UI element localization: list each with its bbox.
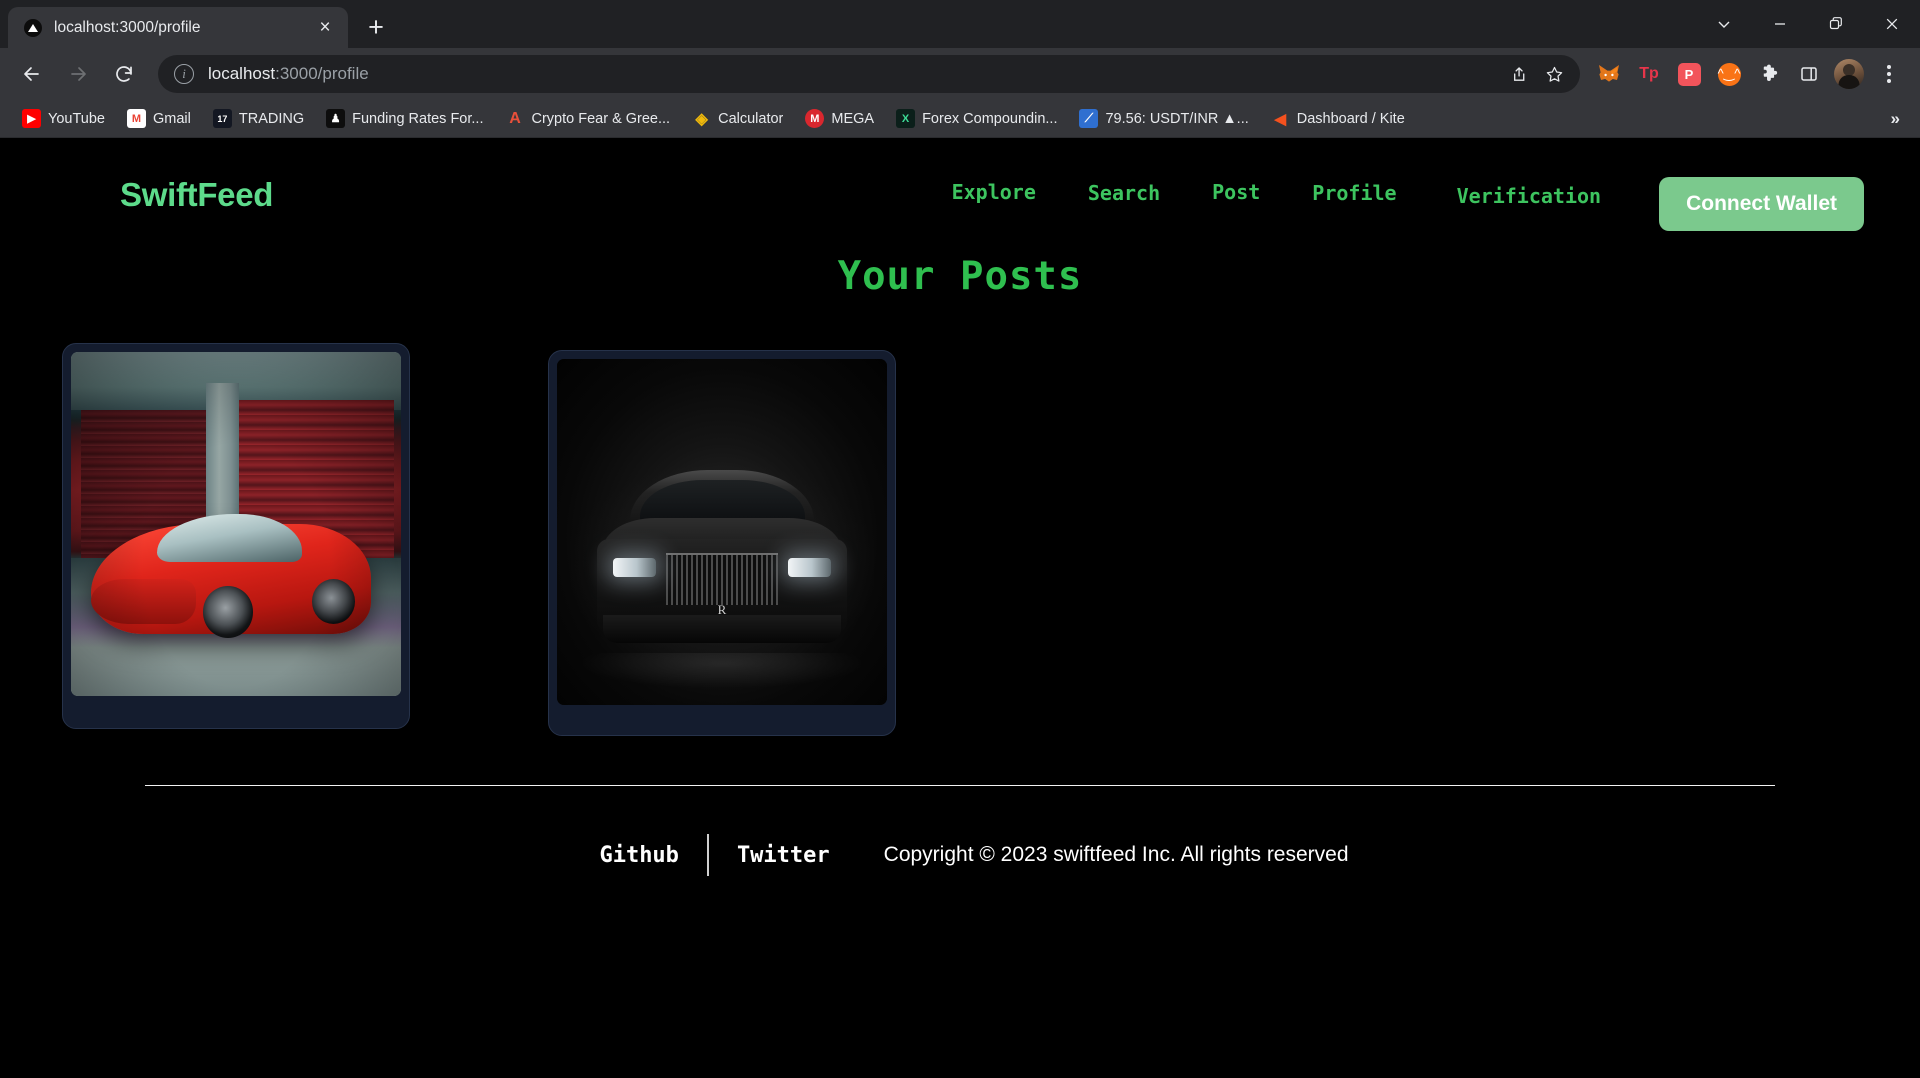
side-panel-icon[interactable] [1790,55,1828,93]
bookmark-calculator[interactable]: ◈ Calculator [684,105,791,132]
puzzle-extensions-icon[interactable] [1750,55,1788,93]
footer-link-github[interactable]: Github [571,843,706,868]
bookmarks-bar: ▶ YouTube M Gmail 17 TRADING ♟ Funding R… [0,100,1920,138]
bookmark-youtube[interactable]: ▶ YouTube [14,105,113,132]
site-footer: Github Twitter Copyright © 2023 swiftfee… [0,834,1920,876]
browser-tab[interactable]: localhost:3000/profile × [8,7,348,48]
tp-extension-icon[interactable]: Tp [1630,55,1668,93]
bookmark-usdt-inr[interactable]: ⟋ 79.56: USDT/INR ▲... [1071,105,1256,132]
bookmark-label: Funding Rates For... [352,110,484,127]
bookmark-gmail[interactable]: M Gmail [119,105,199,132]
nav-post[interactable]: Post [1186,180,1286,204]
three-dot-menu-icon[interactable] [1870,55,1908,93]
bookmark-crypto-fear-greed[interactable]: A Crypto Fear & Gree... [497,105,678,132]
restore-icon[interactable] [1808,0,1864,48]
minimize-icon[interactable] [1752,0,1808,48]
post-card-rolls-royce[interactable]: R [548,350,896,736]
site-header: SwiftFeed Explore Search Post Profile Ve… [0,138,1920,231]
bookmark-label: MEGA [831,110,875,127]
share-icon[interactable] [1500,56,1536,92]
connect-wallet-button[interactable]: Connect Wallet [1659,177,1864,231]
post-image-rolls-royce[interactable]: R [557,359,887,705]
bookmark-label: 79.56: USDT/INR ▲... [1105,110,1249,127]
omnibox-actions [1500,56,1572,92]
footer-link-twitter[interactable]: Twitter [709,843,858,868]
bookmark-label: Calculator [718,110,784,127]
tab-title: localhost:3000/profile [54,18,201,36]
footer-copyright: Copyright © 2023 swiftfeed Inc. All righ… [883,843,1349,866]
tab-search-icon[interactable] [1696,0,1752,48]
site-info-icon[interactable]: i [174,64,194,84]
url-host: localhost [208,64,276,83]
tab-strip: localhost:3000/profile × + [0,0,1920,48]
forward-button-icon[interactable] [58,54,98,94]
usdt-inr-chart-icon: ⟋ [1079,109,1099,128]
browser-window: localhost:3000/profile × + i localhost:3… [0,0,1920,1078]
footer-divider [145,785,1775,786]
address-bar[interactable]: i localhost:3000/profile [158,55,1580,93]
bookmark-label: Gmail [152,110,191,127]
url-path: :3000/profile [275,64,369,83]
funding-rates-icon: ♟ [326,109,346,128]
metamask-icon[interactable] [1590,55,1628,93]
gmail-icon: M [126,109,146,128]
bookmark-star-icon[interactable] [1536,56,1572,92]
post-image-ferrari[interactable] [71,352,401,696]
bookmark-label: TRADING [238,110,305,127]
posts-grid: R [0,299,1920,736]
bookmarks-overflow-icon[interactable]: » [1881,109,1910,129]
new-tab-button[interactable]: + [358,9,394,45]
bookmark-label: Crypto Fear & Gree... [531,110,671,127]
kite-icon: ◀ [1274,110,1287,128]
crypto-fear-greed-icon: A [509,109,521,127]
bookmark-forex-compounding[interactable]: X Forex Compoundin... [888,105,1065,132]
reload-button-icon[interactable] [104,54,144,94]
nav-verification[interactable]: Verification [1423,184,1628,208]
address-bar-url: localhost:3000/profile [208,64,369,84]
site-logo[interactable]: SwiftFeed [120,176,273,214]
page-title: Your Posts [837,254,1083,299]
window-controls [1696,0,1920,48]
nav-profile[interactable]: Profile [1286,181,1422,205]
browser-toolbar: i localhost:3000/profile Tp P ^‿^ [0,48,1920,100]
bookmark-mega[interactable]: M MEGA [797,105,882,132]
youtube-icon: ▶ [22,109,41,128]
nav-search[interactable]: Search [1062,181,1186,205]
extension-icons: Tp P ^‿^ [1590,55,1908,93]
mega-icon: M [805,109,825,128]
binance-calculator-icon: ◈ [695,110,708,128]
emoji-extension-icon[interactable]: ^‿^ [1710,55,1748,93]
bookmark-label: Forex Compoundin... [922,110,1058,127]
close-window-icon[interactable] [1864,0,1920,48]
red-ferrari-photo [71,352,401,696]
tab-close-icon[interactable]: × [312,15,338,41]
pocket-extension-icon[interactable]: P [1670,55,1708,93]
site-nav: Explore Search Post Profile Verification… [926,168,1864,231]
nav-explore[interactable]: Explore [926,180,1062,204]
bookmark-kite-dashboard[interactable]: ◀ Dashboard / Kite [1263,105,1413,132]
bookmark-label: YouTube [48,110,105,127]
black-rolls-royce-photo: R [557,359,887,705]
bookmark-trading[interactable]: 17 TRADING [205,105,312,132]
tradingview-icon: 17 [212,109,232,128]
bookmark-label: Dashboard / Kite [1296,110,1405,127]
avatar[interactable] [1830,55,1868,93]
forex-compounding-icon: X [896,109,916,128]
bookmark-funding-rates[interactable]: ♟ Funding Rates For... [318,105,491,132]
page-content: SwiftFeed Explore Search Post Profile Ve… [0,138,1920,1078]
tab-favicon-triangle-play-icon [24,18,42,37]
back-button-icon[interactable] [12,54,52,94]
post-card-ferrari[interactable] [62,343,410,729]
